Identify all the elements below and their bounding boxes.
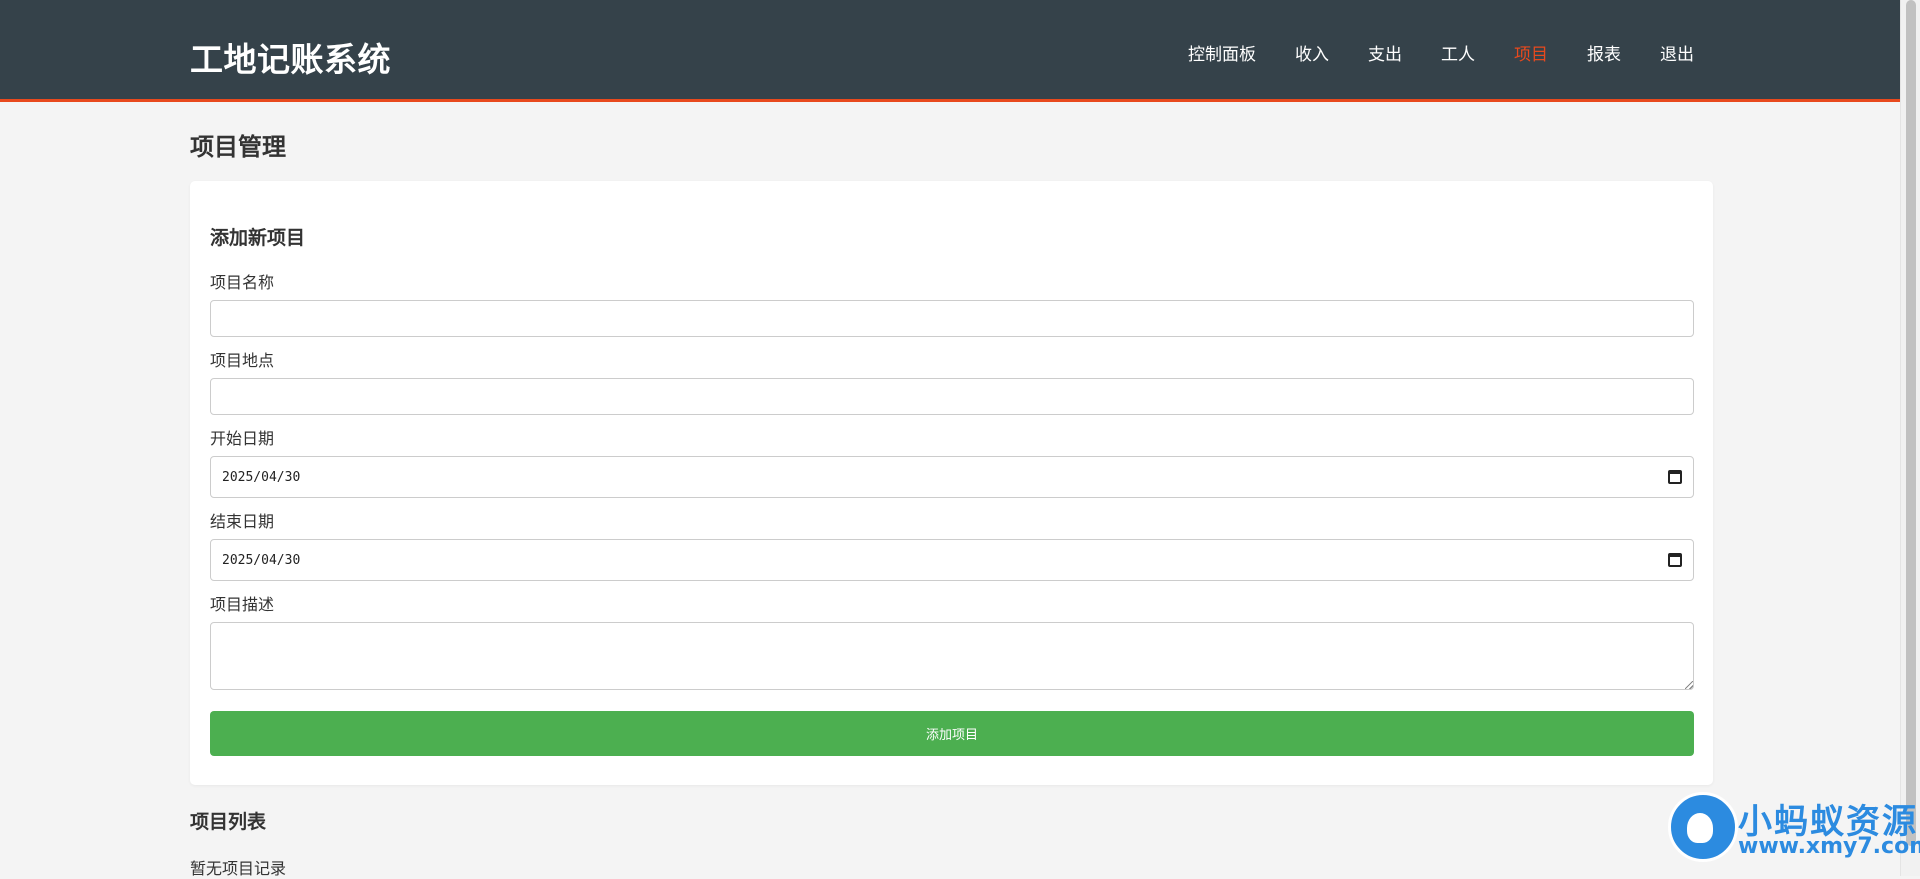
start-date-label: 开始日期	[210, 429, 275, 448]
watermark-url: www.xmy7.com	[1738, 834, 1920, 859]
project-list-title: 项目列表	[190, 811, 267, 833]
top-header: 工地记账系统 控制面板 收入 支出 工人 项目 报表 退出	[0, 0, 1900, 102]
end-date-value: 2025/04/30	[222, 552, 301, 568]
main-nav: 控制面板 收入 支出 工人 项目 报表 退出	[1149, 40, 1694, 65]
page-title: 项目管理	[190, 133, 286, 161]
project-description-textarea[interactable]	[210, 622, 1694, 690]
project-location-label: 项目地点	[210, 351, 275, 370]
resize-grip-icon[interactable]	[1685, 681, 1693, 689]
nav-item-income[interactable]: 收入	[1295, 40, 1329, 65]
start-date-value: 2025/04/30	[222, 469, 301, 485]
nav-item-workers[interactable]: 工人	[1441, 40, 1475, 65]
add-project-button[interactable]: 添加项目	[210, 711, 1694, 756]
end-date-input[interactable]: 2025/04/30	[210, 539, 1694, 581]
form-title: 添加新项目	[210, 227, 306, 249]
calendar-icon[interactable]	[1668, 553, 1682, 567]
project-location-input[interactable]	[210, 378, 1694, 415]
start-date-input[interactable]: 2025/04/30	[210, 456, 1694, 498]
project-name-label: 项目名称	[210, 273, 275, 292]
add-project-card: 添加新项目 项目名称 项目地点 开始日期 2025/04/30 结束日期 202…	[190, 181, 1713, 785]
nav-item-projects[interactable]: 项目	[1514, 40, 1548, 65]
end-date-label: 结束日期	[210, 512, 275, 531]
vertical-scrollbar[interactable]	[1900, 0, 1920, 876]
empty-list-message: 暂无项目记录	[190, 859, 287, 878]
nav-item-logout[interactable]: 退出	[1660, 40, 1694, 65]
nav-item-reports[interactable]: 报表	[1587, 40, 1621, 65]
project-name-input[interactable]	[210, 300, 1694, 337]
ant-logo-icon	[1668, 792, 1738, 862]
nav-item-dashboard[interactable]: 控制面板	[1188, 40, 1256, 65]
nav-item-expense[interactable]: 支出	[1368, 40, 1402, 65]
site-watermark: 小蚂蚁资源网 www.xmy7.com	[1664, 788, 1920, 876]
scrollbar-thumb[interactable]	[1906, 0, 1916, 846]
calendar-icon[interactable]	[1668, 470, 1682, 484]
project-description-label: 项目描述	[210, 595, 275, 614]
app-title: 工地记账系统	[190, 40, 391, 79]
